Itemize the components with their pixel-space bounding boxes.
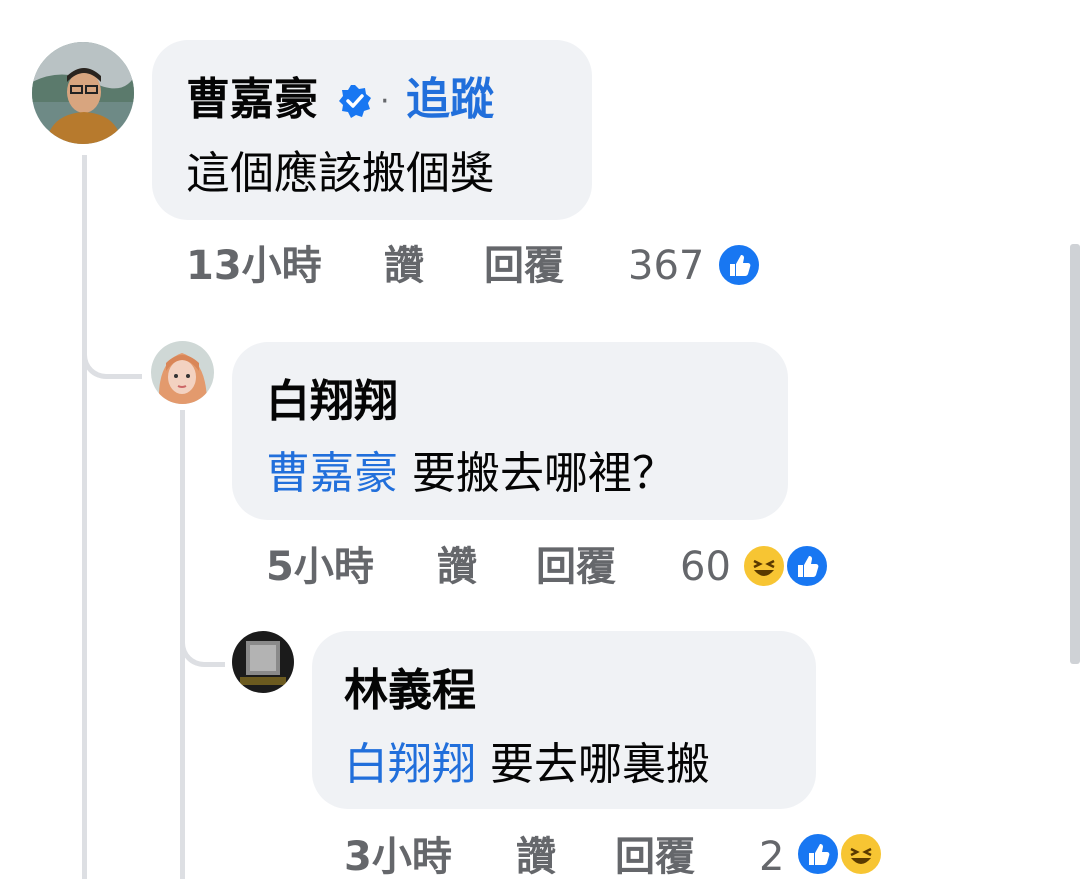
verified-badge-icon (338, 84, 372, 118)
like-button[interactable]: 讚 (384, 242, 424, 290)
like-icon (795, 831, 841, 877)
comment-author[interactable]: 林義程 (344, 665, 476, 717)
reply-button[interactable]: 回覆 (615, 833, 695, 881)
comment-time[interactable]: 13小時 (186, 242, 322, 290)
avatar-comment-1[interactable] (32, 42, 134, 144)
thread-line-main (82, 155, 87, 879)
avatar-comment-2[interactable] (151, 341, 214, 404)
scrollbar[interactable] (1070, 244, 1080, 664)
reaction-count[interactable]: 2 (759, 833, 784, 881)
comment-author[interactable]: 白翔翔 (266, 376, 398, 428)
mention-link[interactable]: 曹嘉豪 (266, 448, 398, 499)
reply-button[interactable]: 回覆 (484, 242, 564, 290)
mention-link[interactable]: 白翔翔 (344, 739, 476, 790)
comment-bubble-3[interactable]: 林義程 白翔翔 要去哪裏搬 (312, 631, 816, 809)
comment-time[interactable]: 3小時 (344, 833, 452, 881)
separator-dot: · (380, 84, 390, 119)
reaction-count[interactable]: 60 (680, 543, 731, 591)
avatar-comment-3[interactable] (232, 631, 294, 693)
comment-bubble-2[interactable]: 白翔翔 曹嘉豪 要搬去哪裡？ (232, 342, 788, 520)
comment-text: 這個應該搬個獎 (186, 148, 494, 199)
reaction-count[interactable]: 367 (628, 242, 704, 290)
comment-bubble-1[interactable]: 曹嘉豪 · 追蹤 這個應該搬個獎 (152, 40, 592, 220)
haha-icon (838, 831, 884, 877)
comment-text: 要搬去哪裡？ (412, 448, 676, 499)
reply-button[interactable]: 回覆 (536, 543, 616, 591)
follow-link[interactable]: 追蹤 (406, 74, 494, 126)
haha-icon (741, 543, 787, 589)
comment-body: 曹嘉豪 要搬去哪裡？ (266, 448, 676, 500)
comment-author[interactable]: 曹嘉豪 (186, 74, 318, 126)
like-icon (784, 543, 830, 589)
comment-time[interactable]: 5小時 (266, 543, 374, 591)
like-icon (716, 242, 762, 288)
comment-text: 要去哪裏搬 (490, 739, 710, 790)
like-button[interactable]: 讚 (516, 833, 556, 881)
like-button[interactable]: 讚 (437, 543, 477, 591)
thread-connector-1 (82, 330, 142, 379)
thread-connector-2 (180, 620, 225, 667)
comment-body: 白翔翔 要去哪裏搬 (344, 739, 710, 791)
